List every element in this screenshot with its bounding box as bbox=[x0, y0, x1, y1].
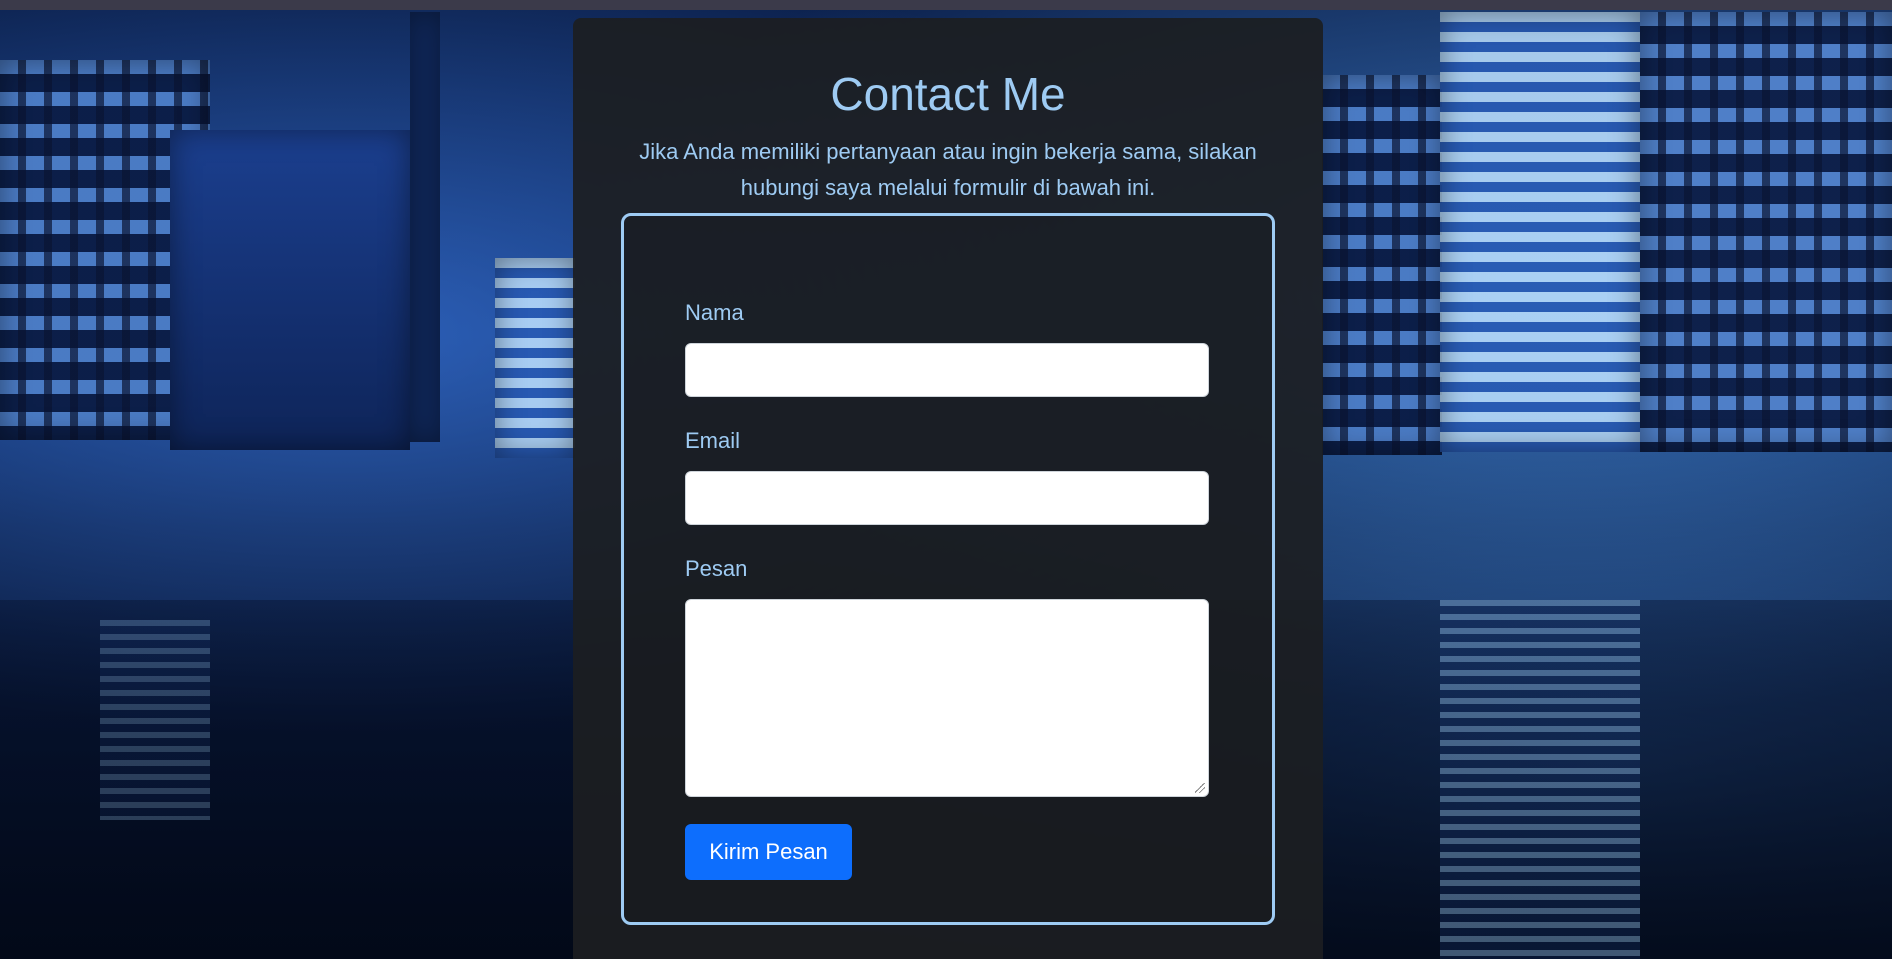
message-textarea[interactable] bbox=[685, 599, 1209, 797]
background-reflection bbox=[100, 620, 210, 820]
page-title: Contact Me bbox=[830, 68, 1066, 120]
resize-grip-icon[interactable] bbox=[1195, 783, 1205, 793]
page-subtitle: Jika Anda memiliki pertanyaan atau ingin… bbox=[639, 139, 1257, 200]
email-label: Email bbox=[685, 428, 741, 453]
background-building bbox=[170, 130, 410, 450]
contact-card: Contact Me Jika Anda memiliki pertanyaan… bbox=[573, 18, 1323, 959]
name-input[interactable] bbox=[685, 343, 1209, 397]
background-crane bbox=[410, 12, 440, 442]
page: Contact Me Jika Anda memiliki pertanyaan… bbox=[0, 0, 1892, 959]
background-building bbox=[495, 258, 575, 458]
submit-button[interactable]: Kirim Pesan bbox=[685, 824, 852, 880]
email-input[interactable] bbox=[685, 471, 1209, 525]
background-building bbox=[1640, 12, 1892, 452]
browser-top-bar bbox=[0, 0, 1892, 10]
background-building bbox=[1322, 75, 1442, 455]
background-building bbox=[1440, 12, 1640, 452]
message-label: Pesan bbox=[685, 556, 748, 581]
background-reflection bbox=[1440, 600, 1640, 959]
name-label: Nama bbox=[685, 300, 744, 325]
contact-form: Nama Email Pesan Kirim Pesan bbox=[621, 213, 1275, 925]
